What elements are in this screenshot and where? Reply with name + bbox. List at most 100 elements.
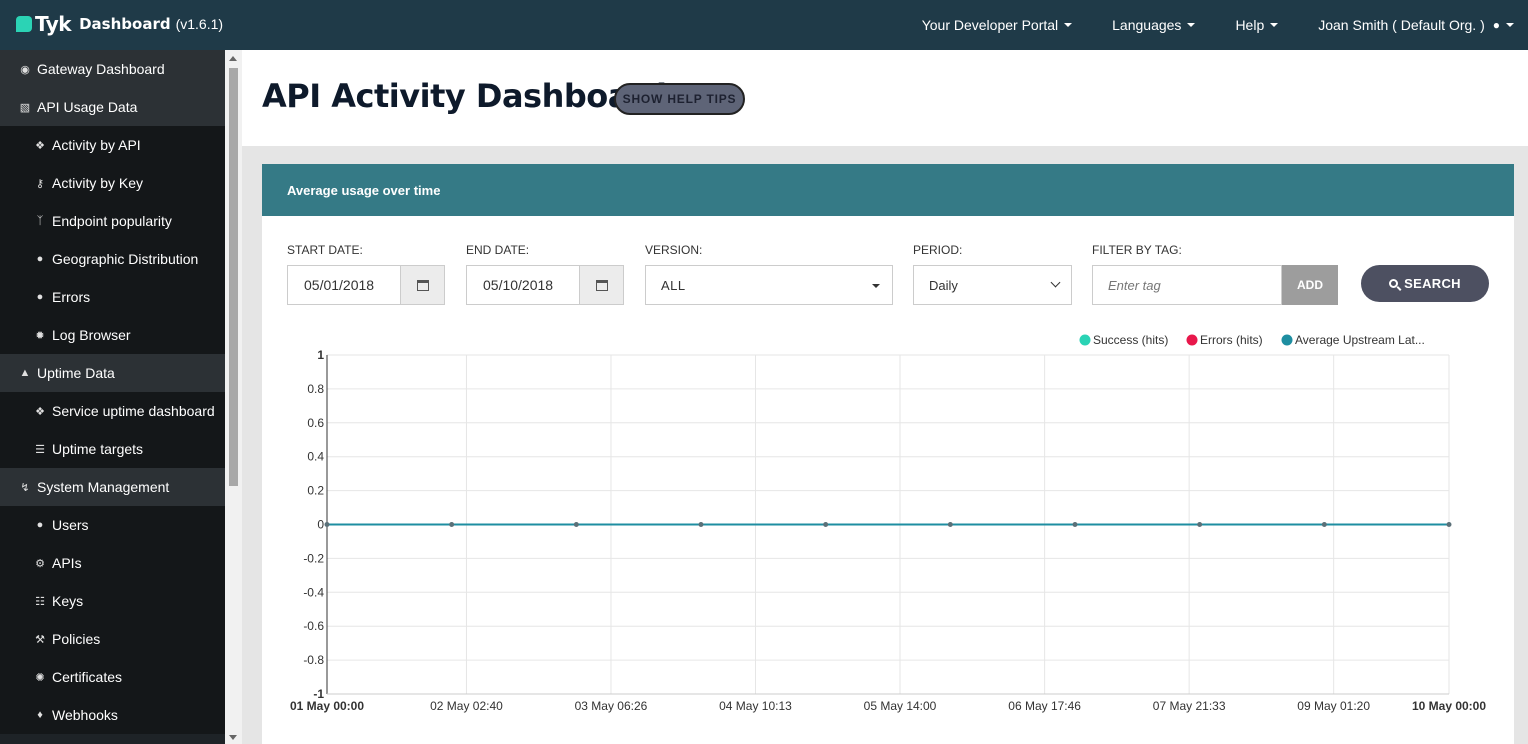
sidebar-item-geographic-distribution[interactable]: ● Geographic Distribution — [0, 240, 225, 278]
legend-swatch — [1079, 334, 1091, 346]
period-label: PERIOD: — [913, 243, 963, 257]
legend-label: Average Upstream Lat... — [1295, 333, 1425, 347]
data-point — [1321, 522, 1327, 527]
start-date-picker[interactable]: 05/01/2018 — [287, 265, 445, 305]
scroll-up-arrow-icon[interactable] — [229, 56, 237, 61]
user-icon: ● — [1492, 18, 1500, 32]
data-point — [449, 522, 455, 527]
scroll-down-arrow-icon[interactable] — [229, 735, 237, 740]
chart-legend: Success (hits) Errors (hits) Average Upstr… — [1079, 333, 1425, 347]
sidebar-item-label: Gateway Dashboard — [37, 61, 165, 77]
caret-down-icon — [1270, 23, 1279, 27]
y-tick-label: -0.8 — [303, 653, 324, 667]
search-icon — [1389, 279, 1399, 288]
caret-down-icon — [1064, 23, 1073, 27]
sidebar-item-gateway-dashboard[interactable]: ◉ Gateway Dashboard — [0, 50, 225, 88]
sidebar-item-uptime-targets[interactable]: ☰ Uptime targets — [0, 430, 225, 468]
globe-icon: ● — [36, 253, 44, 265]
sidebar-item-certificates[interactable]: ✺ Certificates — [0, 658, 225, 696]
search-button[interactable]: SEARCH — [1361, 265, 1489, 302]
sidebar-item-service-uptime-dashboard[interactable]: ❖ Service uptime dashboard — [0, 392, 225, 430]
sidebar-item-users[interactable]: ● Users — [0, 506, 225, 544]
end-date-calendar-button[interactable] — [579, 266, 623, 304]
sidebar-item-activity-by-api[interactable]: ❖ Activity by API — [0, 126, 225, 164]
sidebar-item-uptime-data[interactable]: ▲ Uptime Data — [0, 354, 225, 392]
period-select-value: Daily — [929, 277, 958, 293]
x-axis-ticks: 01 May 00:00 02 May 02:40 03 May 06:26 04 M… — [290, 699, 1486, 713]
bug-icon: ✹ — [35, 329, 45, 342]
developer-portal-menu[interactable]: Your Developer Portal — [922, 17, 1073, 33]
sidebar-item-api-usage-data[interactable]: ▧ API Usage Data — [0, 88, 225, 126]
show-help-tips-button[interactable]: SHOW HELP TIPS — [614, 83, 745, 115]
caret-down-icon — [1506, 23, 1514, 27]
start-date-calendar-button[interactable] — [400, 266, 444, 304]
sidebar-item-webhooks[interactable]: ♦ Webhooks — [0, 696, 225, 734]
tyk-logo-icon — [16, 16, 32, 32]
product-name: Dashboard — [79, 15, 171, 33]
y-tick-label: -0.6 — [303, 619, 324, 633]
sidebar-item-apis[interactable]: ⚙ APIs — [0, 544, 225, 582]
user-menu[interactable]: Joan Smith ( Default Org. ) ● — [1318, 17, 1514, 33]
gavel-icon: ⚒ — [35, 633, 45, 646]
sidebar-item-label: Policies — [52, 631, 101, 647]
y-tick-label: 0.2 — [307, 484, 324, 498]
panel-title: Average usage over time — [262, 164, 1514, 216]
sidebar-item-log-browser[interactable]: ✹ Log Browser — [0, 316, 225, 354]
sitemap-icon: ☷ — [35, 595, 45, 608]
data-point — [947, 522, 953, 527]
x-tick-label: 04 May 10:13 — [719, 699, 792, 713]
bar-chart-icon: ▧ — [19, 101, 31, 114]
caret-down-icon — [872, 284, 880, 288]
end-date-value[interactable]: 05/10/2018 — [467, 266, 579, 304]
sidebar-item-label: Endpoint popularity — [52, 213, 172, 229]
top-navbar: Tyk Dashboard (v1.6.1) Your Developer Po… — [0, 0, 1528, 50]
data-point — [698, 522, 704, 527]
legend-item[interactable]: Average Upstream Lat... — [1281, 333, 1425, 347]
sidebar-item-endpoint-popularity[interactable]: ᛉ Endpoint popularity — [0, 202, 225, 240]
sidebar-item-errors[interactable]: ● Errors — [0, 278, 225, 316]
start-date-label: START DATE: — [287, 243, 363, 257]
page-title: API Activity Dashboard — [262, 77, 667, 115]
start-date-value[interactable]: 05/01/2018 — [288, 266, 400, 304]
help-menu[interactable]: Help — [1235, 17, 1279, 33]
usage-line-chart: 10.80.60.40.20-0.2-0.4-0.6-0.8-1 01 May … — [290, 333, 1486, 713]
sidebar-item-policies[interactable]: ⚒ Policies — [0, 620, 225, 658]
sidebar-scrollbar[interactable] — [225, 50, 242, 744]
version-select[interactable]: ALL — [645, 265, 893, 305]
brand[interactable]: Tyk Dashboard (v1.6.1) — [16, 12, 223, 36]
y-axis-ticks: 10.80.60.40.20-0.2-0.4-0.6-0.8-1 — [303, 348, 324, 701]
page-header: API Activity Dashboard SHOW HELP TIPS — [242, 50, 1528, 146]
scroll-thumb[interactable] — [229, 68, 238, 486]
x-tick-label: 01 May 00:00 — [290, 699, 364, 713]
branch-icon: ᛉ — [36, 215, 44, 227]
legend-item[interactable]: Errors (hits) — [1186, 333, 1263, 347]
version-label: (v1.6.1) — [175, 16, 224, 32]
certificate-icon: ✺ — [35, 671, 45, 684]
add-tag-button[interactable]: ADD — [1282, 265, 1338, 305]
sidebar-item-system-management[interactable]: ↯ System Management — [0, 468, 225, 506]
search-button-label: SEARCH — [1404, 276, 1461, 291]
legend-item[interactable]: Success (hits) — [1079, 333, 1169, 347]
y-tick-label: -0.2 — [303, 551, 324, 565]
x-tick-label: 09 May 01:20 — [1297, 699, 1370, 713]
x-tick-label: 06 May 17:46 — [1008, 699, 1081, 713]
sidebar-item-activity-by-key[interactable]: ⚷ Activity by Key — [0, 164, 225, 202]
x-tick-label: 02 May 02:40 — [430, 699, 503, 713]
data-point — [1197, 522, 1203, 527]
period-select[interactable]: Daily — [913, 265, 1072, 305]
cubes-icon: ❖ — [35, 405, 45, 418]
languages-menu[interactable]: Languages — [1112, 17, 1196, 33]
x-tick-label: 10 May 00:00 — [1412, 699, 1486, 713]
sidebar-item-label: Keys — [52, 593, 84, 609]
data-point — [823, 522, 829, 527]
y-tick-label: 0.4 — [307, 450, 324, 464]
sidebar-item-label: Geographic Distribution — [52, 251, 199, 267]
end-date-picker[interactable]: 05/10/2018 — [466, 265, 624, 305]
languages-label: Languages — [1112, 17, 1182, 33]
tag-input[interactable] — [1092, 265, 1282, 305]
data-point — [1072, 522, 1078, 527]
sidebar-item-label: Users — [52, 517, 89, 533]
sidebar-item-label: Uptime Data — [37, 365, 115, 381]
sidebar-item-keys[interactable]: ☷ Keys — [0, 582, 225, 620]
data-point — [573, 522, 579, 527]
